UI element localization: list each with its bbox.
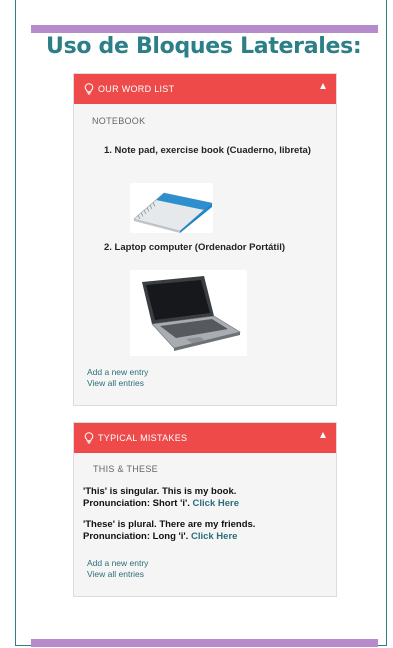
mistake-paragraph: 'These' is plural. There are my friends.… — [83, 519, 333, 543]
section-label: NOTEBOOK — [92, 116, 146, 126]
word-list-title: OUR WORD LIST — [98, 84, 175, 94]
pronunciation-text: Pronunciation: Short 'i'. — [83, 498, 190, 509]
mistakes-links: Add a new entry View all entries — [87, 558, 148, 580]
lightbulb-icon — [84, 83, 94, 95]
notebook-image — [130, 183, 213, 233]
bottom-divider — [31, 639, 378, 647]
view-all-entries-link[interactable]: View all entries — [87, 569, 148, 580]
entry-title: 2. Laptop computer (Ordenador Portátil) — [104, 242, 286, 253]
entry-title: 1. Note pad, exercise book (Cuaderno, li… — [104, 145, 311, 156]
pronunciation-text: Pronunciation: Long 'i'. — [83, 531, 189, 542]
mistake-text: Pronunciation: Short 'i'. Click Here — [83, 498, 333, 510]
typical-mistakes-header[interactable]: TYPICAL MISTAKES — [74, 423, 336, 453]
mistake-text: Pronunciation: Long 'i'. Click Here — [83, 531, 333, 543]
section-label: THIS & THESE — [93, 464, 158, 474]
word-list-block: OUR WORD LIST NOTEBOOK 1. Note pad, exer… — [73, 73, 337, 406]
lightbulb-icon — [84, 432, 94, 444]
mistake-text: 'These' is plural. There are my friends. — [83, 519, 256, 530]
top-divider — [31, 25, 378, 33]
mistake-paragraph: 'This' is singular. This is my book. Pro… — [83, 486, 333, 510]
chevron-up-icon[interactable] — [320, 83, 326, 89]
word-list-links: Add a new entry View all entries — [87, 367, 148, 389]
page-title: Uso de Bloques Laterales: — [46, 34, 362, 59]
word-list-header[interactable]: OUR WORD LIST — [74, 74, 336, 104]
typical-mistakes-block: TYPICAL MISTAKES THIS & THESE 'This' is … — [73, 422, 337, 597]
laptop-image — [130, 270, 247, 356]
click-here-link[interactable]: Click Here — [191, 531, 237, 542]
typical-mistakes-title: TYPICAL MISTAKES — [98, 433, 188, 443]
view-all-entries-link[interactable]: View all entries — [87, 378, 148, 389]
chevron-up-icon[interactable] — [320, 432, 326, 438]
add-entry-link[interactable]: Add a new entry — [87, 558, 148, 569]
add-entry-link[interactable]: Add a new entry — [87, 367, 148, 378]
mistake-text: 'This' is singular. This is my book. — [83, 486, 237, 497]
click-here-link[interactable]: Click Here — [193, 498, 239, 509]
